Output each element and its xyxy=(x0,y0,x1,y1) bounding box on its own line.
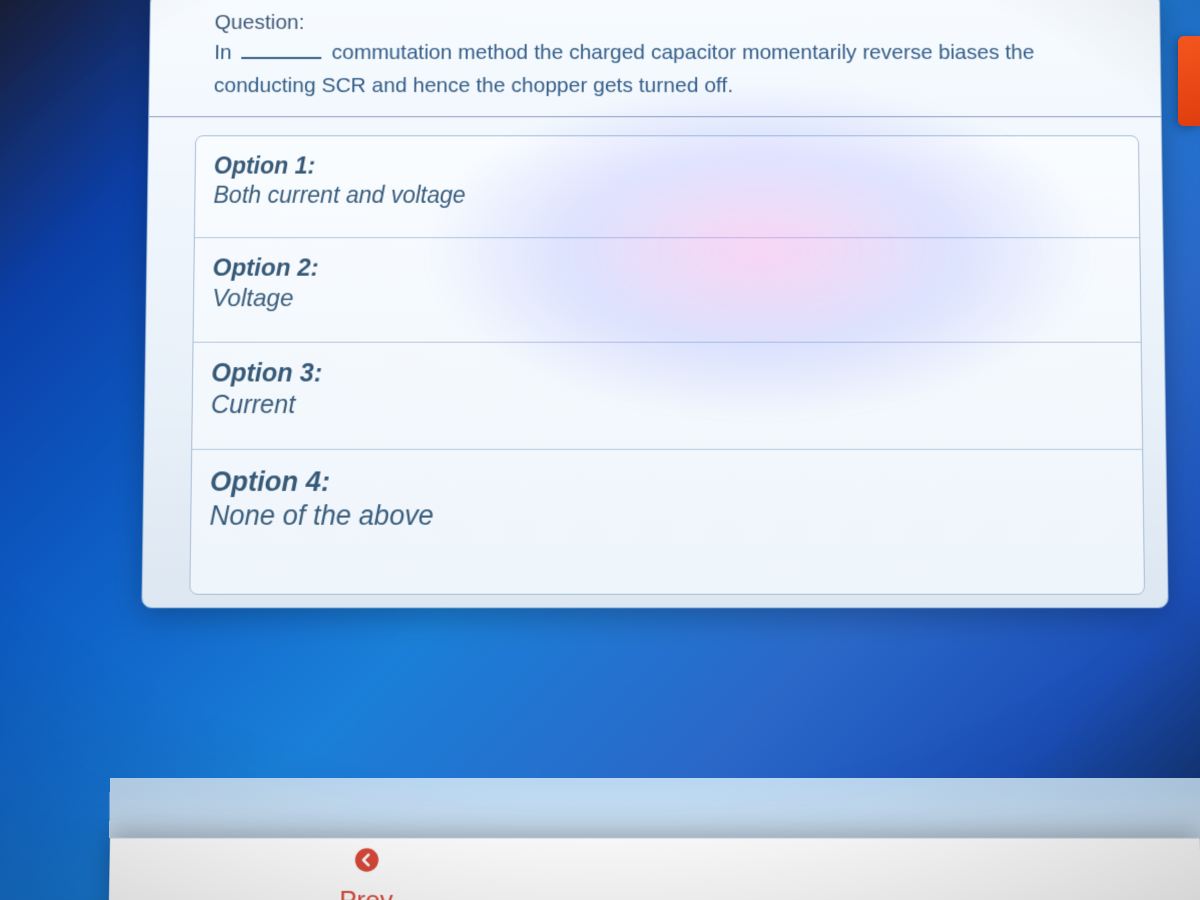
option-label: Option 4: xyxy=(210,466,1125,498)
fill-blank xyxy=(242,40,322,59)
option-label: Option 3: xyxy=(211,359,1123,389)
option-1[interactable]: Option 1: Both current and voltage xyxy=(195,136,1139,238)
option-label: Option 1: xyxy=(214,153,1121,180)
option-text: Current xyxy=(211,391,1124,421)
question-label: Question: xyxy=(214,11,1131,35)
prev-button-label: Prev xyxy=(339,885,393,900)
question-block: Question: In commutation method the char… xyxy=(149,7,1161,117)
option-text: None of the above xyxy=(209,500,1125,532)
option-3[interactable]: Option 3: Current xyxy=(192,343,1142,450)
question-text-after: commutation method the charged capacitor… xyxy=(214,41,1035,97)
right-panel-edge xyxy=(1178,36,1200,126)
prev-button[interactable]: Prev xyxy=(339,846,393,900)
option-text: Voltage xyxy=(212,285,1122,313)
option-4[interactable]: Option 4: None of the above xyxy=(190,450,1144,594)
option-label: Option 2: xyxy=(212,255,1121,283)
bottom-navbar: Prev xyxy=(108,838,1200,900)
gap-strip xyxy=(109,778,1200,838)
options-list: Option 1: Both current and voltage Optio… xyxy=(189,135,1145,595)
question-card: Question: In commutation method the char… xyxy=(141,0,1168,608)
question-text: In commutation method the charged capaci… xyxy=(214,37,1133,102)
option-2[interactable]: Option 2: Voltage xyxy=(194,238,1141,343)
option-text: Both current and voltage xyxy=(213,182,1120,209)
question-text-before: In xyxy=(214,41,232,64)
arrow-left-circle-icon xyxy=(352,846,380,881)
